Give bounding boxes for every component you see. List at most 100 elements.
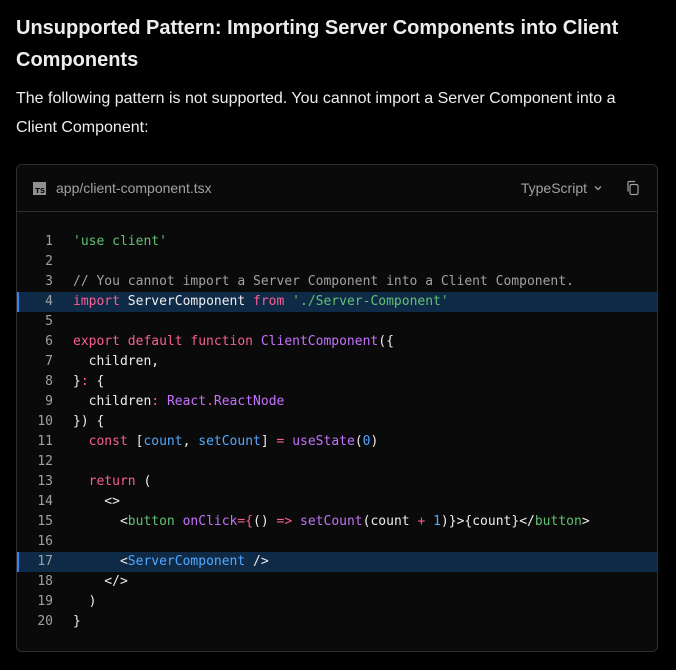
line-code: }) { xyxy=(53,412,104,432)
code-token: children, xyxy=(73,354,160,369)
code-line: 19 ) xyxy=(17,592,657,612)
code-line: 18 </> xyxy=(17,572,657,592)
line-number: 1 xyxy=(45,234,53,249)
line-code: children, xyxy=(53,352,159,372)
language-selector[interactable]: TypeScript xyxy=(521,180,603,196)
code-token: export default function xyxy=(73,334,261,349)
code-token: button xyxy=(127,514,183,529)
line-code: ) xyxy=(53,592,97,612)
code-line: 20} xyxy=(17,612,657,632)
line-number: 4 xyxy=(45,294,53,309)
line-code: children: React.ReactNode xyxy=(53,392,285,412)
code-token: (count xyxy=(362,514,418,529)
line-number: 17 xyxy=(37,554,53,569)
code-token: button xyxy=(534,514,582,529)
line-code: 'use client' xyxy=(53,232,167,252)
code-token: setCount xyxy=(300,514,363,529)
code-token: }) { xyxy=(73,414,105,429)
line-number: 18 xyxy=(37,574,53,589)
code-line: 5 xyxy=(17,312,657,332)
code-token: { xyxy=(96,374,105,389)
line-code: <> xyxy=(53,492,120,512)
code-token: count xyxy=(143,434,183,449)
code-token: </> xyxy=(73,574,128,589)
code-block-header: TS app/client-component.tsx TypeScript xyxy=(17,165,657,212)
code-token: , xyxy=(182,434,199,449)
code-line: 4 import ServerComponent from './Server-C… xyxy=(17,292,657,312)
code-token: /> xyxy=(245,554,269,569)
line-number: 15 xyxy=(37,514,53,529)
code-token: ] xyxy=(260,434,277,449)
code-line: 12 xyxy=(17,452,657,472)
line-code: export default function ClientComponent(… xyxy=(53,332,394,352)
typescript-file-icon: TS xyxy=(33,181,46,195)
code-block: TS app/client-component.tsx TypeScript 1… xyxy=(16,164,658,652)
line-code: return ( xyxy=(53,472,152,492)
code-token: const xyxy=(73,434,136,449)
code-token: : xyxy=(151,394,167,409)
line-code: import ServerComponent from './Server-Co… xyxy=(53,292,449,312)
code-token: } xyxy=(73,614,81,629)
code-token: './Server-Component' xyxy=(292,294,449,309)
code-token: useState xyxy=(292,434,355,449)
code-line: 10 }) { xyxy=(17,412,657,432)
docs-section: Unsupported Pattern: Importing Server Co… xyxy=(0,0,676,652)
line-code: <button onClick={() => setCount(count + … xyxy=(53,512,590,532)
code-token: 'use client' xyxy=(73,234,167,249)
section-description: The following pattern is not supported. … xyxy=(16,90,616,136)
code-token: ) xyxy=(370,434,379,449)
code-line: 16 xyxy=(17,532,657,552)
code-token: ) xyxy=(73,594,97,609)
code-line: 13 return ( xyxy=(17,472,657,492)
code-line: 7 children, xyxy=(17,352,657,372)
line-number: 13 xyxy=(37,474,53,489)
line-number: 2 xyxy=(45,254,53,269)
section-heading: Unsupported Pattern: Importing Server Co… xyxy=(16,17,619,71)
code-token: return xyxy=(73,474,144,489)
copy-icon[interactable] xyxy=(625,180,641,196)
code-token: ( xyxy=(354,434,363,449)
code-line: 1 'use client' xyxy=(17,232,657,252)
line-number: 19 xyxy=(37,594,53,609)
code-token: : xyxy=(80,374,97,389)
code-line: 15 <button onClick={() => setCount(count… xyxy=(17,512,657,532)
code-token: ServerComponent xyxy=(127,554,246,569)
line-number: 12 xyxy=(37,454,53,469)
code-line: 8}: { xyxy=(17,372,657,392)
code-token: children xyxy=(73,394,152,409)
code-lines: 1 'use client' 2 3 // You cannot import a Se… xyxy=(17,212,657,632)
line-number: 7 xyxy=(45,354,53,369)
code-line: 6 export default function ClientComponent… xyxy=(17,332,657,352)
line-code: </> xyxy=(53,572,128,592)
line-number: 16 xyxy=(37,534,53,549)
line-number: 6 xyxy=(45,334,53,349)
language-label: TypeScript xyxy=(520,180,587,196)
code-line: 9 children: React.ReactNode xyxy=(17,392,657,412)
code-token: ({ xyxy=(378,334,394,349)
line-code: <ServerComponent /> xyxy=(53,552,269,572)
code-token: import xyxy=(73,294,128,309)
code-token: . xyxy=(206,394,214,409)
code-token: = xyxy=(276,434,293,449)
code-token: 1 xyxy=(433,514,441,529)
code-line: 11 const [count, setCount] = useState(0) xyxy=(17,432,657,452)
code-line: 14 <> xyxy=(17,492,657,512)
code-line: 17 <ServerComponent /> xyxy=(17,552,657,572)
line-number: 14 xyxy=(37,494,53,509)
line-code: // You cannot import a Server Component … xyxy=(53,272,574,292)
code-token: <> xyxy=(73,494,120,509)
line-code: } xyxy=(53,612,81,632)
code-line: 2 xyxy=(17,252,657,272)
line-number: 8 xyxy=(45,374,53,389)
code-token: < xyxy=(73,514,128,529)
code-token: < xyxy=(73,554,128,569)
line-code: }: { xyxy=(53,372,104,392)
code-token: setCount xyxy=(198,434,261,449)
line-number: 5 xyxy=(45,314,53,329)
line-number: 9 xyxy=(45,394,53,409)
line-number: 10 xyxy=(37,414,53,429)
